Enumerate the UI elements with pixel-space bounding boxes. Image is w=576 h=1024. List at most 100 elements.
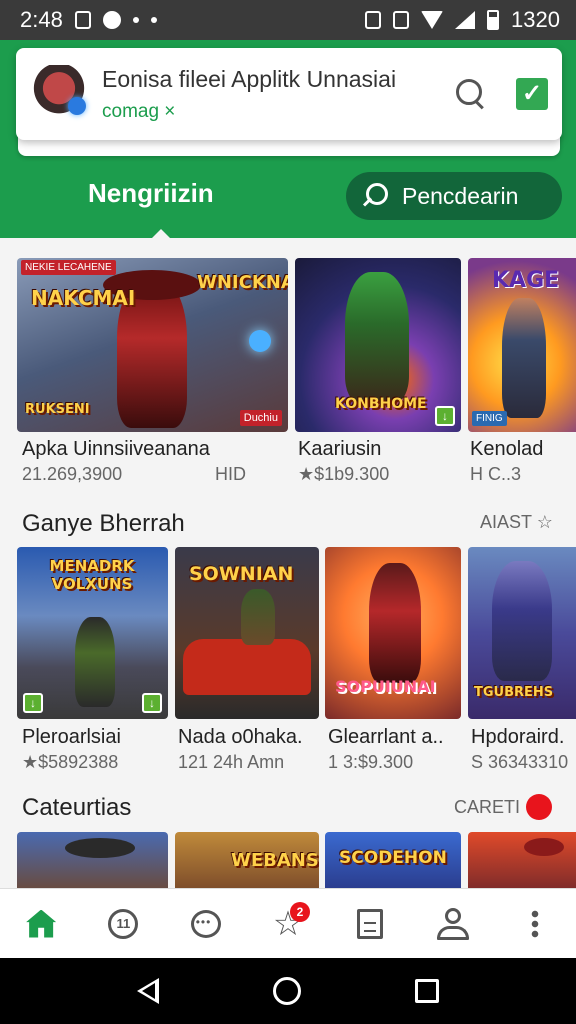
tab-indicator <box>152 229 170 238</box>
featured-title[interactable]: Kenolad <box>470 438 543 461</box>
nav-favorites[interactable]: ☆ 2 <box>266 901 310 946</box>
check-box-icon[interactable]: ✓ <box>516 78 548 110</box>
hero-figure <box>502 298 546 418</box>
game-logo: MENADRK VOLXUNS <box>49 557 135 593</box>
game-logo: KAGE <box>492 268 560 293</box>
status-right: 1320 <box>365 7 560 33</box>
blue-orb <box>249 330 271 352</box>
tab-primary[interactable]: Nengriizin <box>88 178 214 209</box>
chat-icon <box>190 909 221 938</box>
tag-badge: FINIG <box>472 411 507 426</box>
dot-icon <box>150 17 157 23</box>
tag-badge: Duchiu <box>239 410 282 426</box>
featured-card[interactable]: KAGE FINIG <box>468 258 576 432</box>
game-logo: SOPUIUNAI <box>335 677 436 696</box>
game-card[interactable]: SOPUIUNAI <box>325 547 461 719</box>
recent-apps-icon[interactable] <box>415 979 439 1003</box>
notification-title: Eonisa fileei Applitk Unnasiai <box>102 65 397 92</box>
hero-figure <box>492 561 552 681</box>
game-meta: 1 3:$9.300 <box>328 752 414 772</box>
section-action[interactable]: CARETI <box>454 794 553 820</box>
app-notification-icon <box>102 11 121 29</box>
game-meta: 121 24h Amn <box>178 752 285 772</box>
game-logo: SOWNIAN <box>189 563 294 585</box>
main-content[interactable]: NEKIE LECAHENE NAKCMAI WNICKNAV RUKSENI … <box>0 238 576 888</box>
game-title[interactable]: Nada o0haka. <box>178 726 303 749</box>
game-logo: TGUBREHS <box>474 685 554 700</box>
updates-icon: 11 <box>108 908 139 939</box>
game-card[interactable]: TGUBREHS <box>468 547 576 719</box>
game-meta: S 36343310 <box>471 752 569 772</box>
game-meta: ★$5892388 <box>22 752 119 772</box>
featured-meta: 21.269,3900 <box>22 464 123 484</box>
nav-library[interactable] <box>348 902 392 946</box>
home-circle-icon[interactable] <box>273 977 301 1005</box>
notification-text: Eonisa fileei Applitk Unnasiai comag × <box>102 66 454 123</box>
game-logo-corner: RUKSENI <box>25 402 90 417</box>
download-badge-icon: ↓ <box>142 693 162 713</box>
dot-icon <box>132 17 139 23</box>
category-card[interactable]: WEBANS <box>175 832 319 888</box>
game-card[interactable]: MENADRK VOLXUNS ↓ ↓ <box>17 547 168 719</box>
category-card[interactable]: SCODEHON <box>325 832 461 888</box>
game-logo-2: WNICKNAV <box>197 272 288 293</box>
nav-updates[interactable]: 11 <box>101 902 145 946</box>
nav-profile[interactable] <box>431 902 475 946</box>
game-title[interactable]: Glearrlant a.. <box>328 726 444 749</box>
hero-figure <box>369 563 421 683</box>
featured-meta-right: HID <box>215 464 246 484</box>
nav-more[interactable] <box>513 902 557 946</box>
notification-subtitle[interactable]: comag × <box>102 101 454 123</box>
search-icon[interactable] <box>454 77 488 111</box>
notification-card[interactable]: Eonisa fileei Applitk Unnasiai comag × ✓ <box>16 48 562 140</box>
nav-home[interactable] <box>19 902 63 946</box>
category-logo: SCODEHON <box>339 848 447 868</box>
nav-chat[interactable] <box>184 902 228 946</box>
game-card[interactable]: SOWNIAN <box>175 547 319 719</box>
app-avatar-icon <box>30 65 88 123</box>
signal-icon <box>455 11 476 29</box>
status-time: 2:48 <box>20 7 63 32</box>
game-title[interactable]: Hpdoraird. <box>471 726 564 749</box>
status-clock: 1320 <box>511 7 560 32</box>
featured-card[interactable]: NEKIE LECAHENE NAKCMAI WNICKNAV RUKSENI … <box>17 258 288 432</box>
game-logo: KONBHOME <box>335 396 427 412</box>
featured-meta: ★$1b9.300 <box>298 464 390 484</box>
system-nav-bar <box>0 958 576 1024</box>
wifi-icon <box>421 11 444 29</box>
status-left: 2:48 <box>20 7 157 33</box>
more-icon <box>530 908 539 939</box>
featured-title[interactable]: Kaariusin <box>298 438 381 461</box>
download-badge-icon: ↓ <box>435 406 455 426</box>
notification-icon <box>74 11 91 29</box>
red-car <box>183 639 311 695</box>
game-logo: NAKCMAI <box>31 286 136 310</box>
library-icon <box>357 908 384 939</box>
bottom-nav: 11 ☆ 2 <box>0 888 576 958</box>
hero-hat <box>524 838 564 856</box>
section-title: Cateurtias <box>22 794 132 821</box>
category-card[interactable] <box>17 832 168 888</box>
section-title: Ganye Bherrah <box>22 510 185 537</box>
search-button-label: Pencdearin <box>402 182 519 209</box>
search-button[interactable]: Pencdearin <box>346 172 562 220</box>
hero-figure <box>75 617 115 707</box>
game-title[interactable]: Pleroarlsiai <box>22 726 121 749</box>
category-logo: WEBANS <box>231 850 319 871</box>
hero-figure <box>241 589 275 645</box>
search-icon <box>362 183 388 209</box>
home-icon <box>26 909 57 938</box>
status-bar: 2:48 1320 <box>0 0 576 40</box>
section-action-label: CARETI <box>454 796 521 817</box>
phone-icon <box>393 11 410 29</box>
back-icon[interactable] <box>137 978 159 1004</box>
featured-meta: H C..3 <box>470 464 522 484</box>
featured-card[interactable]: KONBHOME ↓ <box>295 258 461 432</box>
category-art <box>468 832 576 888</box>
featured-title[interactable]: Apka Uinnsiiveanana <box>22 438 210 461</box>
profile-icon <box>436 907 470 940</box>
battery-icon <box>487 10 500 30</box>
section-action[interactable]: AIAST ☆ <box>480 512 553 533</box>
vibrate-icon <box>365 11 382 29</box>
category-card[interactable] <box>468 832 576 888</box>
